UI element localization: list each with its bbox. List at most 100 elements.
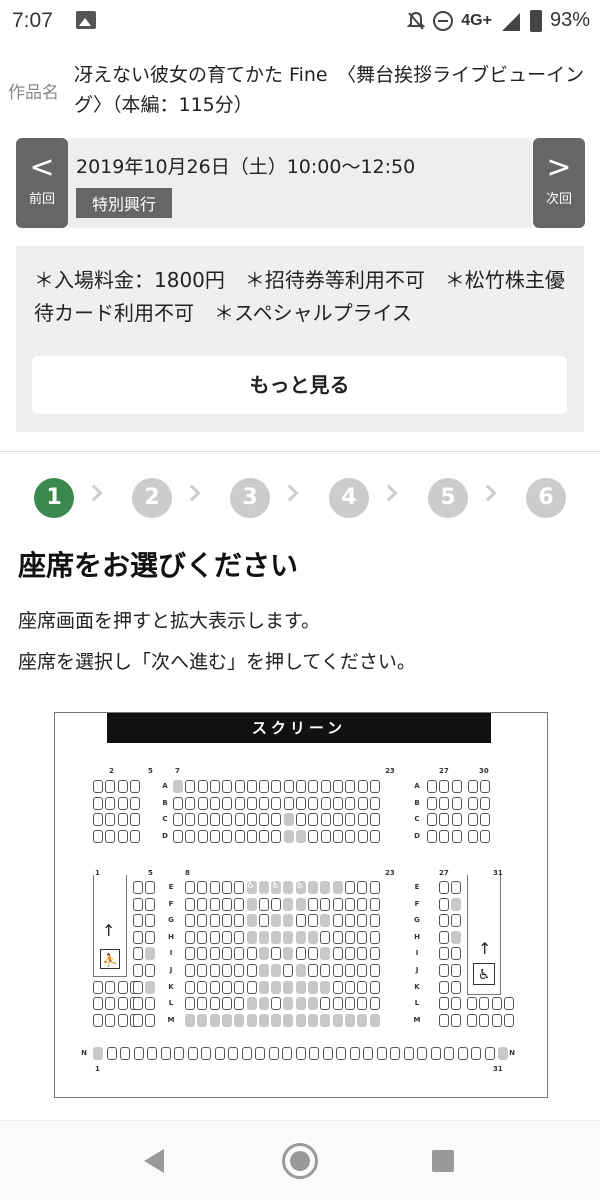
seat-D[interactable]: [197, 829, 208, 843]
seat-N[interactable]: [268, 1047, 279, 1060]
seat-A[interactable]: [345, 780, 356, 793]
seat-D[interactable]: [467, 829, 478, 843]
seat-G[interactable]: [234, 914, 245, 928]
seat-H[interactable]: [209, 930, 220, 944]
seat-H[interactable]: [197, 930, 208, 944]
seat-K[interactable]: [357, 980, 368, 994]
seat-A[interactable]: [427, 780, 437, 793]
seat-A[interactable]: [439, 780, 450, 793]
seat-L[interactable]: [467, 997, 477, 1011]
seat-N[interactable]: [363, 1047, 373, 1060]
seat-I[interactable]: [133, 947, 143, 961]
seat-N[interactable]: [241, 1047, 252, 1060]
seat-D[interactable]: [185, 829, 196, 843]
seat-B[interactable]: [173, 796, 183, 810]
seat-C[interactable]: [439, 813, 450, 827]
seat-A[interactable]: [197, 780, 208, 793]
seat-B[interactable]: [296, 796, 306, 810]
seat-F[interactable]: [145, 897, 155, 911]
seat-L[interactable]: [503, 997, 514, 1011]
seat-H[interactable]: [320, 930, 331, 944]
seat-L[interactable]: [209, 997, 220, 1011]
recents-icon[interactable]: [432, 1150, 454, 1172]
seat-B[interactable]: [271, 796, 282, 810]
seat-G[interactable]: [332, 914, 343, 928]
seat-C[interactable]: [222, 813, 233, 827]
seat-E[interactable]: [271, 880, 282, 894]
seat-M[interactable]: [503, 1013, 514, 1027]
seat-J[interactable]: [344, 964, 355, 977]
seat-N[interactable]: [322, 1047, 333, 1060]
seat-D[interactable]: [129, 829, 140, 843]
seat-L[interactable]: [320, 997, 331, 1011]
seat-L[interactable]: [369, 997, 380, 1011]
seat-E[interactable]: [295, 880, 306, 894]
seat-F[interactable]: [234, 897, 245, 911]
seat-B[interactable]: [427, 796, 437, 810]
seat-J[interactable]: [221, 964, 232, 977]
seat-E[interactable]: [344, 881, 355, 894]
seat-D[interactable]: [259, 829, 270, 843]
seat-B[interactable]: [259, 796, 270, 810]
seat-D[interactable]: [439, 829, 450, 843]
seat-A[interactable]: [117, 780, 128, 793]
seat-N[interactable]: [133, 1047, 144, 1060]
seat-H[interactable]: [439, 930, 449, 944]
seat-D[interactable]: [320, 829, 331, 843]
seat-N[interactable]: [484, 1047, 495, 1060]
seat-N[interactable]: [187, 1047, 198, 1060]
seat-N[interactable]: [471, 1047, 481, 1060]
seat-C[interactable]: [234, 813, 245, 827]
seat-G[interactable]: [145, 914, 155, 928]
seat-M[interactable]: [479, 1013, 490, 1027]
seat-A[interactable]: [234, 780, 245, 793]
seat-N[interactable]: [228, 1047, 238, 1060]
seat-C[interactable]: [332, 813, 343, 827]
seat-E[interactable]: [451, 881, 461, 894]
seat-F[interactable]: [185, 897, 195, 911]
seat-L[interactable]: [479, 997, 490, 1011]
seat-D[interactable]: [173, 829, 183, 843]
seat-N[interactable]: [282, 1047, 292, 1060]
seat-B[interactable]: [467, 796, 478, 810]
home-icon[interactable]: [282, 1143, 318, 1179]
seat-N[interactable]: [214, 1047, 225, 1060]
seat-K[interactable]: [234, 980, 245, 994]
seat-L[interactable]: [133, 997, 143, 1011]
seat-B[interactable]: [345, 796, 356, 810]
seat-G[interactable]: [185, 914, 195, 928]
seat-A[interactable]: [93, 780, 103, 793]
seat-K[interactable]: [93, 980, 103, 994]
seat-M[interactable]: [145, 1013, 155, 1027]
seat-C[interactable]: [345, 813, 356, 827]
seat-A[interactable]: [320, 780, 331, 793]
seat-F[interactable]: [439, 897, 449, 911]
seat-N[interactable]: [376, 1047, 387, 1060]
seat-F[interactable]: [271, 897, 282, 911]
seat-J[interactable]: [133, 964, 143, 977]
seat-K[interactable]: [221, 980, 232, 994]
seat-A[interactable]: [480, 780, 491, 793]
seat-J[interactable]: [369, 964, 380, 977]
seat-L[interactable]: [221, 997, 232, 1011]
seat-G[interactable]: [357, 914, 368, 928]
seat-N[interactable]: [106, 1047, 117, 1060]
seat-N[interactable]: [457, 1047, 468, 1060]
seat-G[interactable]: [209, 914, 220, 928]
seat-J[interactable]: [332, 964, 343, 977]
seat-N[interactable]: [309, 1047, 319, 1060]
seat-B[interactable]: [222, 796, 233, 810]
seat-B[interactable]: [93, 796, 103, 810]
seat-L[interactable]: [271, 997, 282, 1011]
seat-L[interactable]: [332, 997, 343, 1011]
seat-J[interactable]: [451, 964, 461, 977]
seat-M[interactable]: [439, 1013, 449, 1027]
seat-L[interactable]: [93, 997, 103, 1011]
seat-L[interactable]: [491, 997, 502, 1011]
seat-C[interactable]: [129, 813, 140, 827]
seat-N[interactable]: [295, 1047, 306, 1060]
seat-N[interactable]: [444, 1047, 454, 1060]
seat-E[interactable]: [145, 881, 155, 894]
seat-D[interactable]: [357, 829, 368, 843]
seat-B[interactable]: [246, 796, 257, 810]
